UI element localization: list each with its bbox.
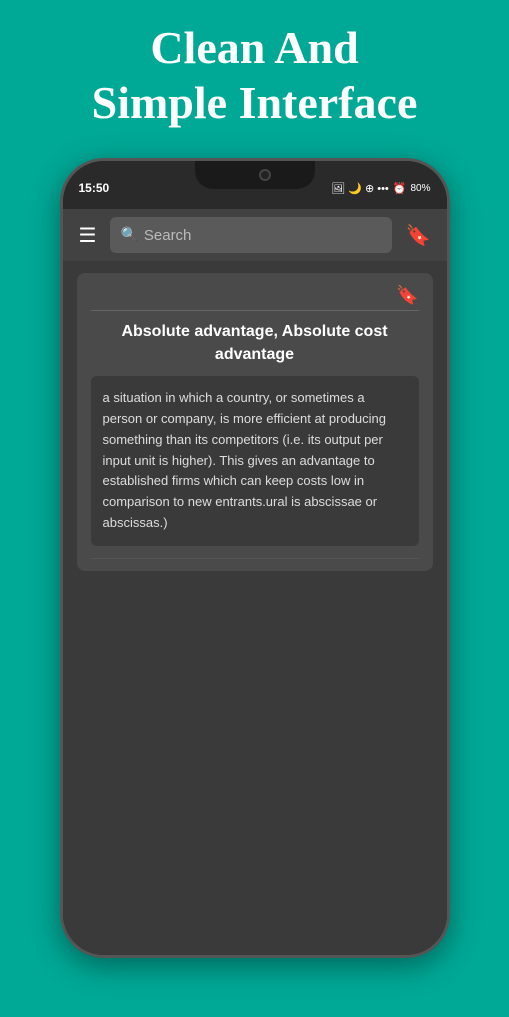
app-toolbar: ☰ 🔍 Search 🔖: [63, 209, 447, 261]
card-bookmark-icon[interactable]: 🔖: [396, 285, 418, 306]
definition-text: a situation in which a country, or somet…: [103, 388, 407, 534]
status-icons: 🖼 🌙 ⊕ ••• ⏰ 80%: [331, 176, 430, 195]
search-icon: 🔍: [120, 227, 137, 244]
definition-card: 🔖 Absolute advantage, Absolute cost adva…: [77, 273, 433, 570]
definition-text-box: a situation in which a country, or somet…: [91, 376, 419, 546]
search-bar[interactable]: 🔍 Search: [110, 217, 391, 253]
bookmark-toolbar-icon[interactable]: 🔖: [400, 217, 437, 254]
phone-notch: [195, 161, 315, 189]
header-line2: Simple Interface: [92, 77, 418, 128]
card-bottom-divider: [91, 558, 419, 559]
status-notification-icons: 🖼 🌙 ⊕ •••: [331, 182, 389, 195]
menu-icon[interactable]: ☰: [73, 217, 103, 254]
card-top-divider: [91, 310, 419, 311]
card-title: Absolute advantage, Absolute cost advant…: [91, 321, 419, 366]
app-header: Clean And Simple Interface: [0, 0, 509, 148]
header-line1: Clean And: [150, 22, 358, 73]
search-placeholder: Search: [144, 227, 192, 244]
phone-body: 15:50 🖼 🌙 ⊕ ••• ⏰ 80% ☰ 🔍 Search 🔖: [60, 158, 450, 958]
alarm-icon: ⏰: [393, 182, 407, 195]
camera-dot: [259, 169, 271, 181]
battery-level: 80%: [410, 183, 430, 194]
card-header: 🔖: [91, 285, 419, 306]
phone-screen: ☰ 🔍 Search 🔖 🔖 Absolute advantage,: [63, 209, 447, 955]
status-time: 15:50: [79, 175, 110, 195]
content-area: 🔖 Absolute advantage, Absolute cost adva…: [63, 261, 447, 592]
phone-mockup: 15:50 🖼 🌙 ⊕ ••• ⏰ 80% ☰ 🔍 Search 🔖: [0, 148, 509, 958]
